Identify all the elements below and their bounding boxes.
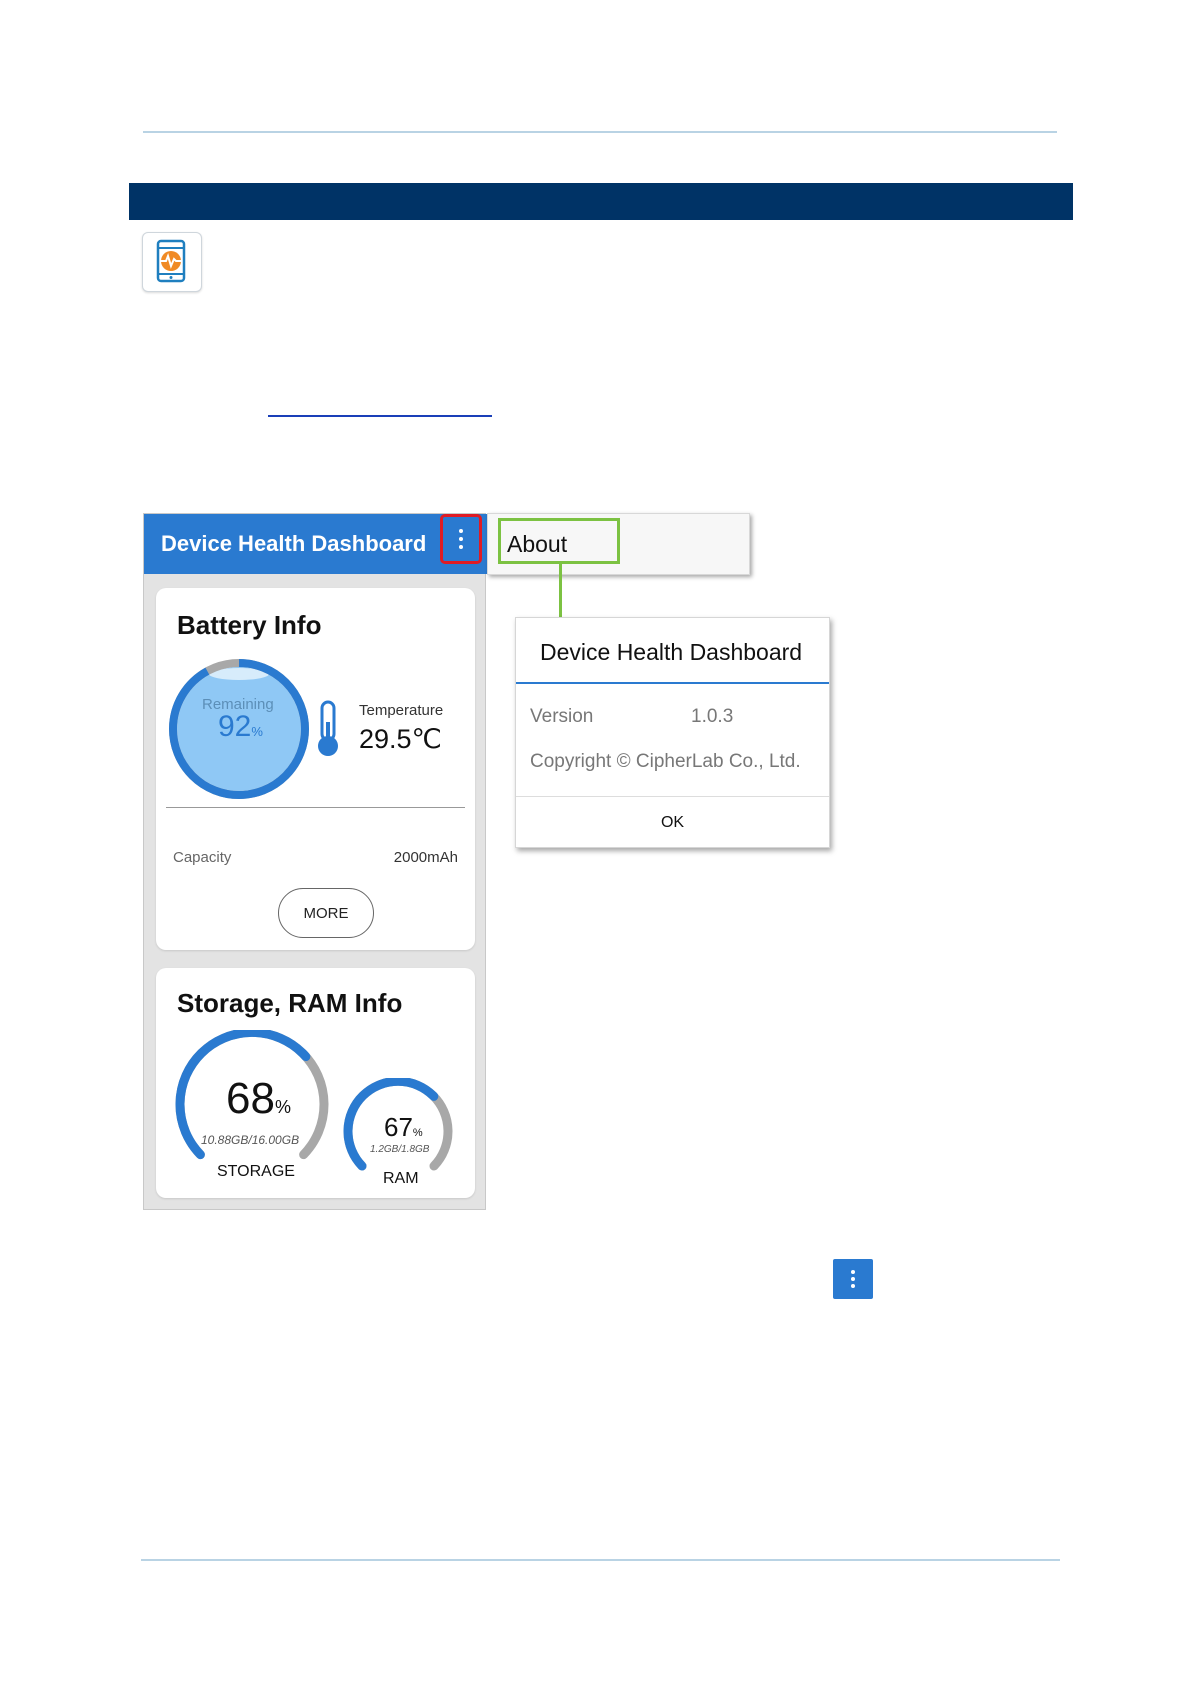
- storage-card-title: Storage, RAM Info: [177, 988, 403, 1018]
- remaining-value: 92: [218, 710, 252, 743]
- remaining-value-wrap: 92%: [218, 710, 263, 744]
- dialog-title: Device Health Dashboard: [540, 639, 803, 665]
- battery-info-card: Battery Info Remaining 92% Temperature 2…: [156, 588, 475, 950]
- version-value: 1.0.3: [691, 706, 734, 727]
- footer-rule: [141, 1559, 1060, 1561]
- dialog-title-rule: [516, 682, 829, 684]
- battery-divider: [166, 807, 465, 808]
- capacity-label: Capacity: [173, 849, 232, 866]
- thermometer-icon: [318, 700, 338, 756]
- ram-value: 67: [384, 1112, 413, 1142]
- phone-screenshot: Device Health Dashboard Battery Info Rem…: [143, 513, 487, 1210]
- app-bar: Device Health Dashboard: [144, 514, 487, 574]
- ram-unit: %: [412, 1127, 423, 1139]
- menu-item-about[interactable]: About: [507, 531, 567, 558]
- storage-detail: 10.88GB/16.00GB: [201, 1133, 300, 1147]
- capacity-value: 2000mAh: [393, 849, 458, 866]
- overflow-menu-button[interactable]: [440, 514, 482, 564]
- kebab-menu-icon: [459, 529, 463, 533]
- kebab-menu-icon-inline: [833, 1259, 873, 1299]
- about-dialog: Device Health Dashboard Version 1.0.3 Co…: [515, 617, 830, 848]
- copyright-text: Copyright © CipherLab Co., Ltd.: [530, 751, 801, 772]
- battery-card-title: Battery Info: [177, 610, 322, 640]
- app-title: Device Health Dashboard: [161, 531, 427, 556]
- ok-button[interactable]: OK: [516, 798, 829, 848]
- more-button[interactable]: MORE: [278, 888, 374, 938]
- ram-detail: 1.2GB/1.8GB: [370, 1144, 430, 1155]
- temperature-label: Temperature: [359, 702, 444, 719]
- storage-label: STORAGE: [217, 1163, 295, 1180]
- version-label: Version: [530, 706, 594, 727]
- ram-label: RAM: [383, 1170, 419, 1187]
- section-header-band: [129, 183, 1073, 220]
- remaining-unit: %: [251, 724, 263, 739]
- storage-value: 68: [226, 1074, 275, 1123]
- temperature-value: 29.5℃: [359, 724, 442, 754]
- dialog-divider: [516, 796, 829, 797]
- storage-value-wrap: 68%: [226, 1074, 291, 1124]
- ram-value-wrap: 67%: [384, 1112, 423, 1143]
- storage-ram-card: Storage, RAM Info 68% 10.88GB/16.00GB ST…: [156, 968, 475, 1198]
- storage-unit: %: [274, 1097, 291, 1117]
- header-rule: [143, 131, 1057, 133]
- hyperlink-underline[interactable]: [268, 415, 492, 417]
- device-health-app-icon: [142, 232, 202, 292]
